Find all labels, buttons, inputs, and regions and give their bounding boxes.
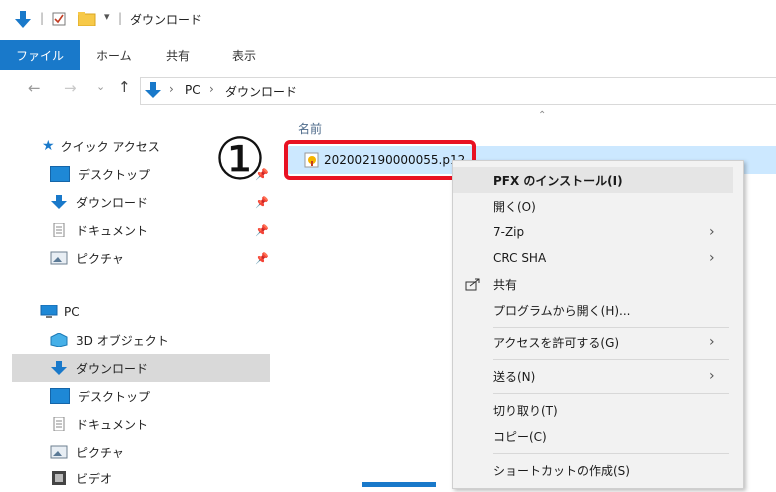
pictures-icon xyxy=(50,251,68,265)
sidebar-item-desktop-pc[interactable]: デスクトップ xyxy=(12,382,270,410)
sidebar-item-3d-objects[interactable]: 3D オブジェクト xyxy=(12,326,270,354)
menu-item-label: 開く(O) xyxy=(493,199,536,214)
pin-icon[interactable]: 📌 xyxy=(255,196,269,209)
menu-item-label: 送る(N) xyxy=(493,369,536,384)
context-menu: PFX のインストール(I) 開く(O) 7-Zip › CRC SHA › 共有 … xyxy=(452,160,744,489)
menu-item-crc-sha[interactable]: CRC SHA › xyxy=(453,245,733,271)
tab-file[interactable]: ファイル xyxy=(0,40,80,70)
recent-locations-icon[interactable]: ⌄ xyxy=(96,80,105,93)
menu-item-label: PFX のインストール(I) xyxy=(493,173,623,188)
properties-check-icon[interactable] xyxy=(52,12,66,26)
share-icon xyxy=(465,278,480,291)
step-number-badge: ① xyxy=(214,125,266,193)
star-icon: ★ xyxy=(42,138,55,154)
sort-indicator-icon: ⌃ xyxy=(538,110,547,121)
menu-item-share[interactable]: 共有 xyxy=(453,271,733,297)
sidebar-item-label: デスクトップ xyxy=(78,167,151,182)
download-arrow-icon xyxy=(51,361,67,375)
sidebar-item-pictures-pc[interactable]: ピクチャ xyxy=(12,438,270,466)
sidebar-item-label: ドキュメント xyxy=(76,223,149,238)
pin-icon[interactable]: 📌 xyxy=(255,252,269,265)
qat-customize-icon[interactable]: ▾ xyxy=(104,10,110,23)
breadcrumb-downloads[interactable]: ダウンロード xyxy=(225,83,297,100)
desktop-icon xyxy=(50,166,70,182)
menu-item-open-with[interactable]: プログラムから開く(H)... xyxy=(453,297,733,323)
document-icon xyxy=(53,417,65,431)
title-bar: | ▾ | ダウンロード xyxy=(0,0,776,40)
submenu-chevron-icon: › xyxy=(709,368,715,384)
menu-item-copy[interactable]: コピー(C) xyxy=(453,423,733,449)
sidebar-item-label: ダウンロード xyxy=(76,195,149,210)
tab-home[interactable]: ホーム xyxy=(96,47,132,64)
sidebar-item-pc[interactable]: PC xyxy=(12,298,270,326)
download-arrow-icon xyxy=(51,195,67,209)
breadcrumb-pc[interactable]: PC xyxy=(185,83,201,97)
sidebar-item-label: デスクトップ xyxy=(78,389,151,404)
sidebar-item-label: 3D オブジェクト xyxy=(76,333,169,348)
sidebar-item-label: ピクチャ xyxy=(76,251,124,266)
download-arrow-icon xyxy=(15,11,31,28)
up-arrow-icon[interactable]: ↑ xyxy=(118,78,131,96)
title-separator-2: | xyxy=(118,11,123,25)
document-icon xyxy=(53,223,65,237)
sidebar-item-documents-pc[interactable]: ドキュメント xyxy=(12,410,270,438)
menu-item-label: プログラムから開く(H)... xyxy=(493,303,631,318)
desktop-icon xyxy=(50,388,70,404)
sidebar-item-label: ピクチャ xyxy=(76,445,124,460)
sidebar-item-label: クイック アクセス xyxy=(60,139,160,154)
submenu-chevron-icon: › xyxy=(709,334,715,350)
tab-view[interactable]: 表示 xyxy=(232,47,256,64)
menu-item-label: 切り取り(T) xyxy=(493,403,558,418)
ribbon-tabs: ファイル ホーム 共有 表示 xyxy=(0,40,776,71)
menu-item-label: 7-Zip xyxy=(493,225,525,239)
forward-arrow-icon[interactable]: → xyxy=(64,79,77,97)
pin-icon[interactable]: 📌 xyxy=(255,224,269,237)
submenu-chevron-icon: › xyxy=(709,250,715,266)
sidebar-item-label: PC xyxy=(64,305,80,319)
back-arrow-icon[interactable]: ← xyxy=(28,79,41,97)
menu-item-label: CRC SHA xyxy=(493,251,547,265)
menu-separator xyxy=(493,359,729,360)
pictures-icon xyxy=(50,445,68,459)
sidebar-item-label: ドキュメント xyxy=(76,417,149,432)
breadcrumb-separator: › xyxy=(169,82,174,96)
menu-item-label: アクセスを許可する(G) xyxy=(493,335,620,350)
computer-icon xyxy=(40,305,58,318)
menu-item-label: 共有 xyxy=(493,277,518,292)
tab-file-label: ファイル xyxy=(15,48,64,63)
menu-item-give-access[interactable]: アクセスを許可する(G) › xyxy=(453,329,733,355)
menu-item-7zip[interactable]: 7-Zip › xyxy=(453,219,733,245)
new-folder-icon[interactable] xyxy=(78,12,96,26)
menu-item-create-shortcut[interactable]: ショートカットの作成(S) xyxy=(453,457,733,483)
download-location-icon xyxy=(145,82,161,98)
menu-item-cut[interactable]: 切り取り(T) xyxy=(453,397,733,423)
title-separator: | xyxy=(40,11,45,25)
column-header-name[interactable]: 名前 xyxy=(298,120,322,137)
submenu-chevron-icon: › xyxy=(709,224,715,240)
menu-item-install-pfx[interactable]: PFX のインストール(I) xyxy=(453,167,733,193)
sidebar-item-documents[interactable]: ドキュメント 📌 xyxy=(12,216,270,244)
sidebar-item-label: ビデオ xyxy=(76,471,113,486)
address-box[interactable]: › PC › ダウンロード xyxy=(140,77,776,105)
sidebar-item-videos[interactable]: ビデオ xyxy=(12,464,270,492)
breadcrumb-separator-2: › xyxy=(209,82,214,96)
sidebar-item-pictures[interactable]: ピクチャ 📌 xyxy=(12,244,270,272)
menu-separator xyxy=(493,453,729,454)
menu-separator xyxy=(493,393,729,394)
menu-item-label: コピー(C) xyxy=(493,429,547,444)
menu-item-send-to[interactable]: 送る(N) › xyxy=(453,363,733,389)
menu-item-open[interactable]: 開く(O) xyxy=(453,193,733,219)
highlight-box xyxy=(284,140,476,180)
menu-separator xyxy=(493,327,729,328)
status-indicator xyxy=(362,482,436,487)
video-icon xyxy=(52,471,66,485)
window-title: ダウンロード xyxy=(130,13,203,27)
3d-objects-icon xyxy=(50,333,68,347)
menu-item-label: ショートカットの作成(S) xyxy=(493,463,630,478)
sidebar-item-downloads-pc[interactable]: ダウンロード xyxy=(12,354,270,382)
sidebar-item-label: ダウンロード xyxy=(76,361,149,376)
tab-share[interactable]: 共有 xyxy=(166,47,190,64)
